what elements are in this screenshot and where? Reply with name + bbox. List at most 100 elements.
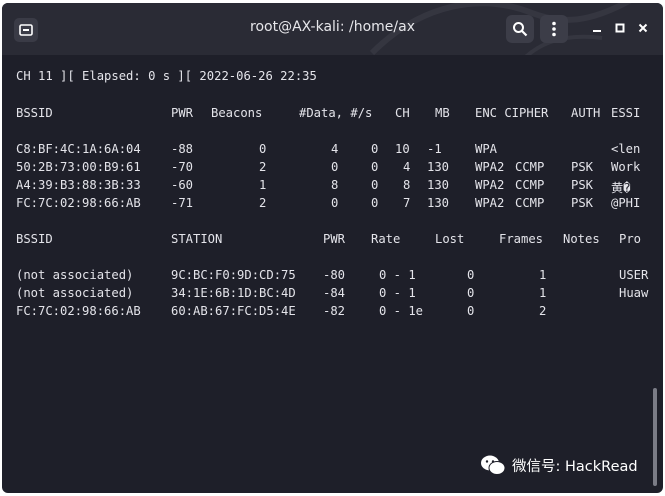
ap-row: A4:39:B3:88:3B:33 -60 1 8 0 8 130 WPA2 C… (16, 178, 631, 195)
header-essid: ESSI (611, 106, 641, 120)
maximize-icon (615, 23, 625, 33)
sta-bssid: (not associated) (16, 268, 134, 282)
ap-essid: @PHI (611, 196, 641, 210)
terminal-window: root@AX-kali: /home/ax CH 11 ][ Elapsed:… (2, 3, 663, 493)
ap-essid: <len (611, 142, 641, 156)
close-button[interactable] (636, 21, 650, 35)
ap-pwr: -88 (171, 142, 194, 156)
ap-row: FC:7C:02:98:66:AB -71 2 0 0 7 130 WPA2 C… (16, 196, 640, 212)
ap-enc: WPA (475, 142, 498, 156)
sta-rate: 0 - 1 (379, 286, 416, 300)
ap-auth: PSK (571, 160, 594, 174)
ap-beacons: 0 (259, 142, 267, 156)
header-notes: Notes (563, 232, 600, 246)
maximize-button[interactable] (613, 21, 627, 35)
ap-enc: WPA2 (475, 196, 505, 210)
header-frames: Frames (499, 232, 544, 246)
minimize-button[interactable] (590, 21, 604, 35)
ap-ch: 10 (395, 142, 410, 156)
ap-beacons: 1 (259, 178, 267, 192)
ap-mb: -1 (427, 142, 442, 156)
menu-button[interactable] (540, 15, 568, 43)
header-lost: Lost (435, 232, 465, 246)
header-rate: Rate (371, 232, 401, 246)
wechat-icon (481, 455, 506, 475)
sta-rate: 0 - 1e (379, 304, 424, 318)
sta-pwr: -80 (323, 268, 346, 282)
ap-rate: 0 (371, 178, 379, 192)
ap-pwr: -71 (171, 196, 194, 210)
ap-data: 4 (331, 142, 339, 156)
sta-frames: 1 (539, 268, 547, 282)
ap-cipher: CCMP (515, 196, 545, 210)
ap-bssid: FC:7C:02:98:66:AB (16, 196, 141, 210)
ap-data: 8 (331, 178, 339, 192)
ap-rate: 0 (371, 160, 379, 174)
ap-data: 0 (331, 160, 339, 174)
ap-beacons: 2 (259, 160, 267, 174)
ap-header-row: BSSID PWR Beacons #Data, #/s CH MB ENC C… (16, 106, 640, 122)
watermark: 微信号: HackRead (480, 454, 638, 476)
header-station: STATION (171, 232, 223, 246)
ap-row: 50:2B:73:00:B9:61 -70 2 0 0 4 130 WPA2 C… (16, 160, 640, 176)
ap-mb: 130 (427, 160, 450, 174)
search-icon (513, 22, 528, 37)
ap-essid: 黄� (611, 181, 631, 195)
ap-mb: 130 (427, 178, 450, 192)
header-auth: AUTH (571, 106, 601, 120)
sta-station: 60:AB:67:FC:D5:4E (171, 304, 296, 318)
header-pwr: PWR (323, 232, 346, 246)
ap-ch: 8 (403, 178, 411, 192)
sta-pwr: -82 (323, 304, 346, 318)
watermark-text: 微信号: HackRead (512, 458, 638, 475)
ap-cipher: CCMP (515, 160, 545, 174)
status-line: CH 11 ][ Elapsed: 0 s ][ 2022-06-26 22:3… (16, 69, 317, 83)
header-probes: Pro (619, 232, 642, 246)
header-pwr: PWR (171, 106, 194, 120)
ap-data: 0 (331, 196, 339, 210)
sta-lost: 0 (467, 304, 475, 318)
ap-bssid: C8:BF:4C:1A:6A:04 (16, 142, 141, 156)
sta-pwr: -84 (323, 286, 346, 300)
ap-ch: 4 (403, 160, 411, 174)
close-icon (638, 23, 648, 33)
title-bar[interactable]: root@AX-kali: /home/ax (2, 3, 663, 55)
sta-probes: USER (619, 268, 649, 282)
sta-rate: 0 - 1 (379, 268, 416, 282)
station-header-row: BSSID STATION PWR Rate Lost Frames Notes… (16, 232, 641, 248)
sta-station: 9C:BC:F0:9D:CD:75 (171, 268, 296, 282)
header-bssid: BSSID (16, 106, 53, 120)
sta-bssid: FC:7C:02:98:66:AB (16, 304, 141, 318)
ap-auth: PSK (571, 178, 594, 192)
scrollbar[interactable] (653, 388, 657, 486)
station-row: (not associated) 34:1E:6B:1D:BC:4D -84 0… (16, 286, 648, 302)
ap-rate: 0 (371, 196, 379, 210)
header-data: #Data, #/s (299, 106, 373, 120)
sta-bssid: (not associated) (16, 286, 134, 300)
ap-bssid: A4:39:B3:88:3B:33 (16, 178, 141, 192)
ap-enc: WPA2 (475, 160, 505, 174)
station-row: (not associated) 9C:BC:F0:9D:CD:75 -80 0… (16, 268, 648, 284)
ap-ch: 7 (403, 196, 411, 210)
ap-rate: 0 (371, 142, 379, 156)
search-button[interactable] (506, 15, 534, 43)
header-ch: CH (395, 106, 410, 120)
kebab-menu-icon (552, 21, 556, 37)
ap-auth: PSK (571, 196, 594, 210)
sta-lost: 0 (467, 286, 475, 300)
ap-enc: WPA2 (475, 178, 505, 192)
header-mb: MB (435, 106, 450, 120)
header-bssid: BSSID (16, 232, 53, 246)
sta-lost: 0 (467, 268, 475, 282)
minimize-icon (593, 30, 601, 32)
sta-frames: 1 (539, 286, 547, 300)
ap-pwr: -60 (171, 178, 194, 192)
ap-bssid: 50:2B:73:00:B9:61 (16, 160, 141, 174)
ap-mb: 130 (427, 196, 450, 210)
ap-row: C8:BF:4C:1A:6A:04 -88 0 4 0 10 -1 WPA <l… (16, 142, 640, 158)
ap-essid: Work (611, 160, 641, 174)
ap-cipher: CCMP (515, 178, 545, 192)
ap-beacons: 2 (259, 196, 267, 210)
sta-probes: Huaw (619, 286, 649, 300)
header-enc-cipher: ENC CIPHER (475, 106, 549, 120)
